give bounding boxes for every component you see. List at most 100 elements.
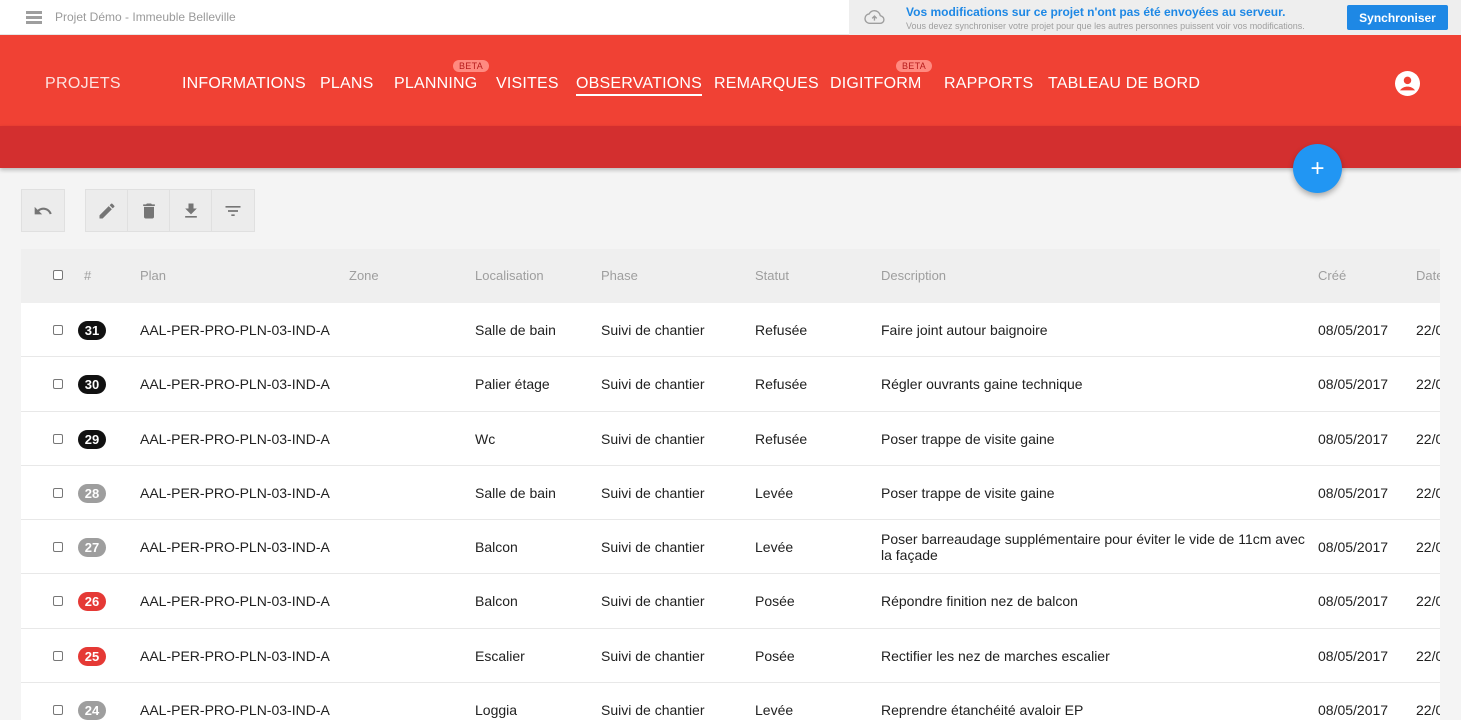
date-cell: 22/0 <box>1416 430 1440 447</box>
list-icon[interactable] <box>26 11 42 24</box>
date-cell: 22/0 <box>1416 702 1440 719</box>
tab-visites[interactable]: VISITES <box>496 75 559 93</box>
table-row[interactable]: 25 AAL-PER-PRO-PLN-03-IND-A Escalier Sui… <box>21 628 1440 684</box>
plan-cell: AAL-PER-PRO-PLN-03-IND-A <box>140 702 330 719</box>
localisation-cell: Salle de bain <box>475 484 556 501</box>
table-row[interactable]: 31 AAL-PER-PRO-PLN-03-IND-A Salle de bai… <box>21 303 1440 358</box>
localisation-cell: Palier étage <box>475 376 550 393</box>
delete-button[interactable] <box>128 190 170 231</box>
table-row[interactable]: 24 AAL-PER-PRO-PLN-03-IND-A Loggia Suivi… <box>21 683 1440 720</box>
cree-cell: 08/05/2017 <box>1318 376 1389 393</box>
plan-cell: AAL-PER-PRO-PLN-03-IND-A <box>140 430 330 447</box>
col-statut[interactable]: Statut <box>755 268 789 283</box>
tab-informations[interactable]: INFORMATIONS <box>182 75 306 93</box>
col-phase[interactable]: Phase <box>601 268 638 283</box>
row-checkbox[interactable] <box>53 325 63 335</box>
top-bar: Projet Démo - Immeuble Belleville Vos mo… <box>0 0 1461 35</box>
statut-cell: Levée <box>755 539 794 556</box>
phase-cell: Suivi de chantier <box>601 702 705 719</box>
plan-cell: AAL-PER-PRO-PLN-03-IND-A <box>140 322 330 338</box>
tab-tableau-de-bord[interactable]: TABLEAU DE BORD <box>1048 75 1200 93</box>
sync-button[interactable]: Synchroniser <box>1347 5 1448 30</box>
col-cree[interactable]: Créé <box>1318 268 1346 283</box>
row-checkbox[interactable] <box>53 705 63 716</box>
plan-cell: AAL-PER-PRO-PLN-03-IND-A <box>140 484 330 501</box>
tab-plans[interactable]: PLANS <box>320 75 373 93</box>
table-row[interactable]: 26 AAL-PER-PRO-PLN-03-IND-A Balcon Suivi… <box>21 574 1440 629</box>
cree-cell: 08/05/2017 <box>1318 593 1389 610</box>
sync-notice: Vos modifications sur ce projet n'ont pa… <box>849 0 1461 35</box>
observations-table: # Plan Zone Localisation Phase Statut De… <box>21 249 1440 720</box>
cree-cell: 08/05/2017 <box>1318 702 1389 719</box>
table-row[interactable]: 28 AAL-PER-PRO-PLN-03-IND-A Salle de bai… <box>21 465 1440 521</box>
description-cell: Poser trappe de visite gaine <box>881 484 1055 501</box>
localisation-cell: Salle de bain <box>475 322 556 338</box>
phase-cell: Suivi de chantier <box>601 593 705 610</box>
toolbar-actions-group <box>85 189 255 232</box>
col-zone[interactable]: Zone <box>349 268 379 283</box>
col-description[interactable]: Description <box>881 268 946 283</box>
description-cell: Rectifier les nez de marches escalier <box>881 647 1110 664</box>
undo-icon <box>34 206 52 214</box>
phase-cell: Suivi de chantier <box>601 430 705 447</box>
observation-number-badge: 27 <box>78 538 106 558</box>
observation-number-badge: 29 <box>78 429 106 449</box>
row-checkbox[interactable] <box>53 542 63 553</box>
date-cell: 22/0 <box>1416 647 1440 664</box>
table-row[interactable]: 30 AAL-PER-PRO-PLN-03-IND-A Palier étage… <box>21 357 1440 412</box>
observation-number-badge: 24 <box>78 701 106 720</box>
statut-cell: Posée <box>755 647 795 664</box>
edit-button[interactable] <box>86 190 128 231</box>
undo-button[interactable] <box>22 190 64 231</box>
statut-cell: Posée <box>755 593 795 610</box>
app-header: PROJETS INFORMATIONS PLANS BETA PLANNING … <box>0 35 1461 126</box>
statut-cell: Refusée <box>755 322 808 338</box>
col-localisation[interactable]: Localisation <box>475 268 544 283</box>
tab-remarques[interactable]: REMARQUES <box>714 75 819 93</box>
localisation-cell: Balcon <box>475 593 518 610</box>
select-all-checkbox[interactable] <box>53 270 63 280</box>
row-checkbox[interactable] <box>53 433 63 444</box>
download-button[interactable] <box>170 190 212 231</box>
projets-link[interactable]: PROJETS <box>45 75 121 93</box>
phase-cell: Suivi de chantier <box>601 322 705 338</box>
observation-number-badge: 25 <box>78 646 106 666</box>
description-cell: Régler ouvrants gaine technique <box>881 376 1083 393</box>
description-cell: Reprendre étanchéité avaloir EP <box>881 702 1084 719</box>
row-checkbox[interactable] <box>53 487 63 498</box>
description-cell: Répondre finition nez de balcon <box>881 593 1078 610</box>
row-checkbox[interactable] <box>53 650 63 661</box>
filter-button[interactable] <box>212 190 254 231</box>
col-number[interactable]: # <box>84 268 91 283</box>
sync-title: Vos modifications sur ce projet n'ont pa… <box>906 5 1286 19</box>
tab-rapports[interactable]: RAPPORTS <box>944 75 1033 93</box>
col-plan[interactable]: Plan <box>140 268 166 283</box>
tab-digitform[interactable]: BETA DIGITFORM <box>830 60 933 93</box>
cree-cell: 08/05/2017 <box>1318 430 1389 447</box>
description-cell: Faire joint autour baignoire <box>881 322 1048 338</box>
observation-number-badge: 31 <box>78 321 106 340</box>
date-cell: 22/0 <box>1416 593 1440 610</box>
col-date[interactable]: Date <box>1416 268 1440 283</box>
table-header: # Plan Zone Localisation Phase Statut De… <box>21 249 1440 303</box>
tab-planning[interactable]: BETA PLANNING <box>394 60 490 93</box>
observation-number-badge: 26 <box>78 592 106 612</box>
add-observation-button[interactable]: + <box>1293 144 1342 193</box>
statut-cell: Refusée <box>755 376 808 393</box>
table-row[interactable]: 29 AAL-PER-PRO-PLN-03-IND-A Wc Suivi de … <box>21 411 1440 466</box>
statut-cell: Levée <box>755 484 794 501</box>
tab-observations[interactable]: OBSERVATIONS <box>576 75 702 96</box>
localisation-cell: Loggia <box>475 702 518 719</box>
cree-cell: 08/05/2017 <box>1318 539 1389 556</box>
table-row[interactable]: 27 AAL-PER-PRO-PLN-03-IND-A Balcon Suivi… <box>21 520 1440 575</box>
phase-cell: Suivi de chantier <box>601 484 705 501</box>
pencil-icon <box>99 202 115 218</box>
download-icon <box>184 203 197 218</box>
phase-cell: Suivi de chantier <box>601 539 705 556</box>
filter-icon <box>225 205 241 216</box>
row-checkbox[interactable] <box>53 596 63 607</box>
cree-cell: 08/05/2017 <box>1318 322 1389 338</box>
row-checkbox[interactable] <box>53 379 63 390</box>
account-circle-icon[interactable] <box>1395 71 1420 96</box>
plan-cell: AAL-PER-PRO-PLN-03-IND-A <box>140 539 330 556</box>
